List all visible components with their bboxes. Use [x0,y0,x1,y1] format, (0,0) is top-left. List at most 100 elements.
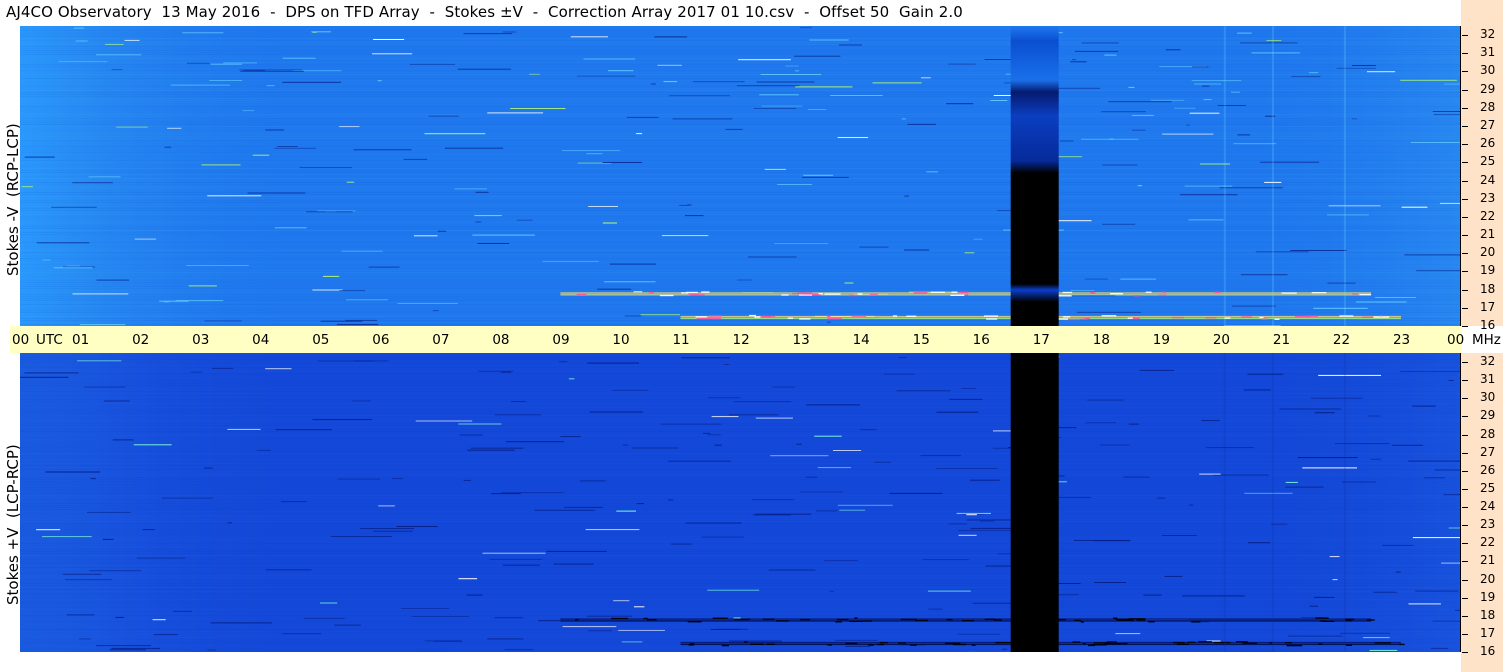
rfi-speck [265,368,292,370]
rfi-speck [489,558,543,560]
rfi-speck [58,61,108,62]
rfi-speck [470,447,524,449]
texture-stripe [20,545,1461,546]
texture-stripe [20,439,1461,440]
rfi-speck [1104,54,1117,56]
texture-stripe [20,30,1461,31]
rfi-speck [921,77,931,79]
rfi-speck [475,191,489,193]
rfi-speck [618,629,665,631]
band-speck [1110,293,1123,295]
texture-stripe [20,116,1461,117]
rfi-speck [802,176,849,178]
utc-tick-label: 15 [912,332,930,348]
rfi-speck [247,192,306,194]
rfi-speck [1164,575,1183,577]
rfi-speck [1288,635,1343,637]
mhz-tick-mark [1462,180,1468,182]
mhz-tick-mark [1462,525,1468,527]
band-speck [744,641,748,643]
rfi-speck [1251,52,1300,54]
texture-stripe [20,497,1461,498]
rfi-speck [1443,494,1461,496]
utc-tick-label: 16 [972,332,990,348]
texture-stripe [20,417,1461,418]
texture-stripe [20,126,1461,127]
rfi-speck [164,146,172,148]
mhz-tick-label: 31 [1480,45,1496,60]
rfi-speck [1370,458,1381,460]
texture-stripe [20,170,1461,171]
texture-stripe [20,288,1461,289]
band-speck [835,621,842,623]
rfi-speck [973,238,983,240]
rfi-speck [604,281,656,283]
rfi-speck [109,649,146,651]
rfi-speck [474,215,502,217]
rfi-speck [89,570,142,572]
rfi-speck [1237,32,1252,34]
rfi-speck [1059,140,1074,142]
rfi-speck [186,265,249,266]
texture-stripe [20,308,1461,309]
rfi-speck [1087,399,1124,401]
texture-stripe [20,441,1461,442]
mhz-tick-mark [1462,126,1468,127]
texture-stripe [20,505,1461,506]
rfi-speck [795,86,853,88]
band-speck [1074,619,1082,622]
rfi-speck [538,620,563,622]
texture-stripe [20,138,1461,139]
rfi-speck [1115,633,1141,635]
bottom-frequency-axis: 32 31 30 29 28 27 26 25 24 23 22 21 20 19 18 17 16 [1461,353,1503,672]
rfi-speck [227,522,232,524]
rfi-speck [277,146,298,147]
rfi-speck [692,81,745,83]
band-speck [1084,317,1090,320]
band-speck [1205,317,1217,319]
rfi-speck [794,70,800,72]
mhz-tick-mark [1462,307,1468,309]
texture-stripe [20,312,1461,313]
rfi-speck [672,118,733,120]
rfi-speck [760,74,822,75]
rfi-speck [829,590,834,592]
texture-stripe [20,214,1461,215]
rfi-speck [1382,544,1414,546]
rfi-speck [708,397,741,399]
rfi-speck [839,44,862,46]
rfi-speck [729,640,782,642]
rfi-speck [602,222,617,224]
texture-stripe [20,597,1461,598]
rfi-speck [1327,214,1369,216]
texture-stripe [20,625,1461,626]
band-speck [946,618,953,621]
texture-stripe [20,427,1461,428]
rfi-speck [51,206,97,208]
band-speck [1080,621,1084,623]
rfi-speck [501,492,565,494]
band-speck [1082,643,1086,645]
texture-stripe [20,122,1461,123]
mhz-tick-label: 32 [1480,27,1496,42]
rfi-speck [755,417,793,419]
rfi-speck [1395,571,1401,573]
texture-stripe [20,258,1461,259]
texture-stripe [20,208,1461,209]
rfi-speck [1329,556,1340,558]
rfi-speck [1123,476,1150,478]
band-speck [851,315,867,317]
rfi-speck [806,404,860,406]
band-speck [1214,291,1221,293]
texture-stripe [20,385,1461,386]
rfi-speck [1291,76,1321,78]
mhz-tick-label: 31 [1480,372,1496,387]
rfi-speck [1308,72,1319,74]
rfi-speck [415,420,473,422]
texture-stripe [20,140,1461,141]
mhz-tick-label: 20 [1480,571,1496,586]
rfi-speck [373,39,405,40]
rfi-speck [623,444,629,446]
texture-stripe [20,369,1461,370]
rfi-speck [703,432,711,434]
